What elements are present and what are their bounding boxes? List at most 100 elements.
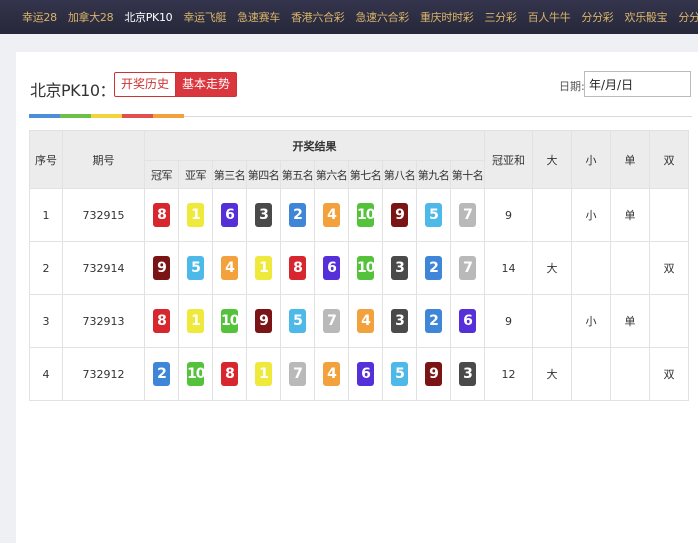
row-big	[532, 294, 572, 348]
header-even: 双	[649, 130, 689, 189]
ball-cell: 9	[416, 347, 451, 401]
accent-segment	[91, 114, 122, 118]
ball-cell: 9	[382, 188, 417, 242]
nav-item[interactable]: 幸运28	[22, 9, 57, 25]
ball-cell: 2	[144, 347, 179, 401]
ball-cell: 3	[450, 347, 485, 401]
header-odd: 单	[610, 130, 650, 189]
ball-cell: 5	[382, 347, 417, 401]
result-ball: 10	[357, 203, 375, 227]
result-ball: 6	[357, 362, 374, 386]
result-ball: 6	[323, 256, 340, 280]
nav-item[interactable]: 急速六合彩	[355, 9, 409, 25]
nav-item[interactable]: 幸运飞艇	[183, 9, 226, 25]
result-ball: 4	[323, 203, 340, 227]
ball-cell: 8	[144, 294, 179, 348]
ball-cell: 2	[280, 188, 315, 242]
accent-segment	[60, 114, 91, 118]
result-ball: 4	[221, 256, 238, 280]
ball-cell: 5	[280, 294, 315, 348]
result-ball: 10	[221, 309, 239, 333]
accent-segment	[122, 114, 153, 118]
ball-cell: 4	[348, 294, 383, 348]
nav-item[interactable]: 急速赛车	[237, 9, 280, 25]
result-ball: 5	[391, 362, 408, 386]
results-table: 序号 期号 开奖结果 冠亚和 大 小 单 双 冠军 亚军 第三名 第四名 第五名 第六名第…	[29, 130, 689, 401]
row-even: 双	[649, 241, 689, 295]
header-position: 第三名	[212, 160, 247, 189]
ball-cell: 7	[314, 294, 349, 348]
ball-cell: 6	[314, 241, 349, 295]
result-ball: 2	[289, 203, 306, 227]
ball-cell: 7	[450, 188, 485, 242]
result-ball: 4	[323, 362, 340, 386]
result-ball: 7	[459, 203, 476, 227]
result-ball: 2	[425, 309, 442, 333]
row-odd	[610, 347, 650, 401]
row-big: 大	[532, 241, 572, 295]
header-position: 第五名	[280, 160, 315, 189]
header-index: 序号	[29, 130, 63, 189]
result-ball: 9	[425, 362, 442, 386]
history-button[interactable]: 开奖历史	[114, 72, 177, 97]
date-input[interactable]	[584, 71, 691, 97]
nav-item[interactable]: 重庆时时彩	[420, 9, 474, 25]
ball-cell: 8	[144, 188, 179, 242]
header-sum: 冠亚和	[484, 130, 533, 189]
result-ball: 9	[255, 309, 272, 333]
result-ball: 10	[357, 256, 375, 280]
result-ball: 3	[459, 362, 476, 386]
ball-cell: 9	[246, 294, 281, 348]
nav-item[interactable]: 百人牛牛	[528, 9, 571, 25]
ball-cell: 1	[246, 241, 281, 295]
nav-item[interactable]: 香港六合彩	[291, 9, 345, 25]
nav-item[interactable]: 分分彩	[581, 9, 613, 25]
header-period: 期号	[62, 130, 145, 189]
header-position: 第十名	[450, 160, 485, 189]
ball-cell: 6	[450, 294, 485, 348]
row-index: 2	[29, 241, 63, 295]
row-index: 1	[29, 188, 63, 242]
result-ball: 1	[187, 309, 204, 333]
ball-cell: 1	[178, 188, 213, 242]
result-ball: 5	[187, 256, 204, 280]
ball-cell: 8	[212, 347, 247, 401]
ball-cell: 1	[246, 347, 281, 401]
table-row: 2 732914 9 5 4 1 8 6 10 3 2 7 14 大双	[29, 241, 689, 295]
ball-cell: 5	[416, 188, 451, 242]
ball-cell: 4	[314, 188, 349, 242]
result-ball: 8	[153, 203, 170, 227]
row-sum: 9	[484, 188, 533, 242]
ball-cell: 7	[280, 347, 315, 401]
nav-item[interactable]: 欢乐骰宝	[625, 9, 668, 25]
result-ball: 7	[459, 256, 476, 280]
nav-item[interactable]: 加拿大28	[68, 9, 114, 25]
accent-divider	[29, 114, 692, 118]
row-sum: 12	[484, 347, 533, 401]
ball-cell: 10	[348, 241, 383, 295]
result-ball: 9	[391, 203, 408, 227]
row-index: 3	[29, 294, 63, 348]
trend-button[interactable]: 基本走势	[176, 72, 238, 97]
ball-cell: 6	[212, 188, 247, 242]
header-big: 大	[532, 130, 572, 189]
nav-item[interactable]: 三分彩	[484, 9, 516, 25]
result-ball: 9	[153, 256, 170, 280]
row-even	[649, 188, 689, 242]
row-period: 732915	[62, 188, 145, 242]
result-ball: 5	[289, 309, 306, 333]
result-ball: 8	[221, 362, 238, 386]
table-row: 3 732913 8 1 10 9 5 7 4 3 2 6 9 小单	[29, 294, 689, 348]
result-ball: 3	[391, 256, 408, 280]
header-position: 第四名	[246, 160, 281, 189]
nav-item[interactable]: 北京PK10	[124, 9, 172, 25]
result-ball: 4	[357, 309, 374, 333]
result-ball: 1	[255, 362, 272, 386]
main-panel: 北京PK10： 开奖历史 基本走势 日期: 序号 期号 开奖结果 冠亚和 大 小…	[16, 52, 698, 543]
row-odd: 单	[610, 188, 650, 242]
accent-segment	[29, 114, 60, 118]
result-ball: 1	[255, 256, 272, 280]
nav-item[interactable]: 分分PK10	[678, 9, 698, 25]
result-ball: 8	[289, 256, 306, 280]
result-ball: 7	[289, 362, 306, 386]
